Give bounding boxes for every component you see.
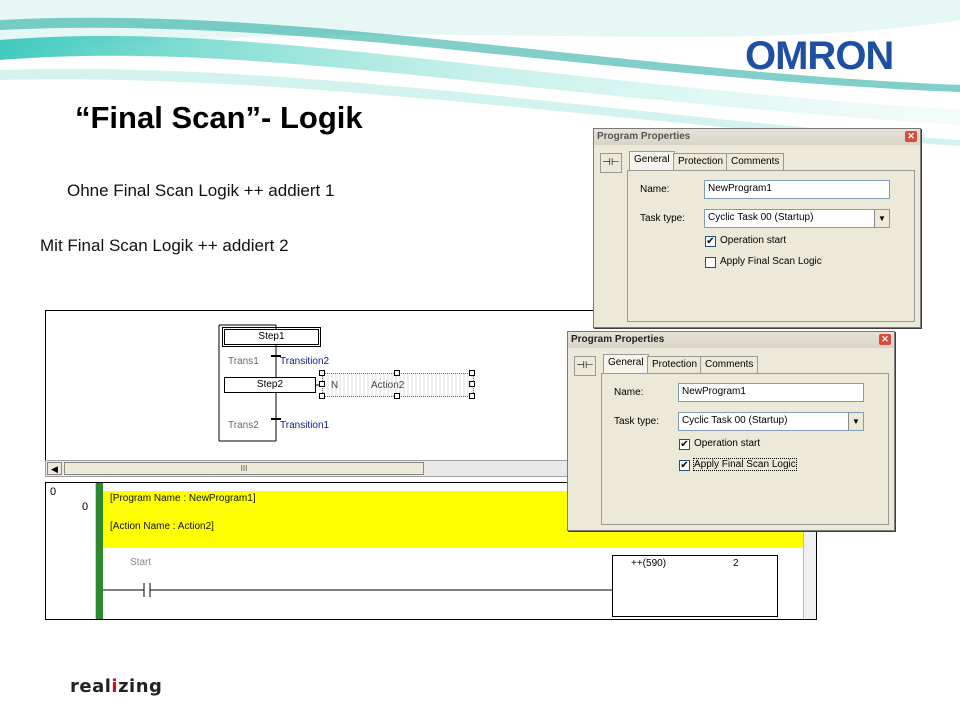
realizing-logo: realizing: [70, 676, 162, 697]
task-type-value: Cyclic Task 00 (Startup): [682, 415, 788, 426]
selection-handle[interactable]: [469, 381, 475, 387]
selection-handle[interactable]: [319, 393, 325, 399]
footer-brand-post: zing: [118, 676, 163, 697]
dialog-title: Program Properties: [597, 131, 691, 142]
pin-icon[interactable]: ⊣⊢: [600, 153, 622, 173]
dialog-title-bar: Program Properties ✕: [568, 332, 894, 348]
task-type-select[interactable]: Cyclic Task 00 (Startup) ▼: [678, 412, 864, 431]
general-panel: Name: NewProgram1 Task type: Cyclic Task…: [627, 170, 915, 322]
action-qualifier: N: [331, 380, 339, 391]
operation-start-checkbox[interactable]: ✔: [679, 439, 690, 450]
name-field[interactable]: NewProgram1: [704, 180, 890, 199]
name-field[interactable]: NewProgram1: [678, 383, 864, 402]
instruction-mnemonic: ++(590): [631, 558, 667, 569]
name-label: Name:: [640, 184, 670, 195]
text-without-final-scan: Ohne Final Scan Logik ++ addiert 1: [67, 181, 335, 200]
action2-label: Action2: [371, 380, 405, 391]
selection-handle[interactable]: [394, 393, 400, 399]
operation-start-checkbox[interactable]: ✔: [705, 236, 716, 247]
dialog-title: Program Properties: [571, 334, 665, 345]
increment-instruction-box[interactable]: ++(590) 2: [612, 555, 778, 617]
trans2-label: Trans2: [228, 420, 259, 431]
tab-protection[interactable]: Protection: [673, 153, 729, 170]
selection-handle[interactable]: [319, 370, 325, 376]
slide-title: “Final Scan”- Logik: [75, 100, 363, 135]
task-type-label: Task type:: [614, 416, 660, 427]
selection-handle[interactable]: [394, 370, 400, 376]
final-scan-checkbox[interactable]: [705, 257, 716, 268]
text-with-final-scan: Mit Final Scan Logik ++ addiert 2: [40, 236, 289, 255]
footer-brand-pre: real: [70, 676, 112, 697]
chevron-down-icon[interactable]: ▼: [848, 413, 863, 430]
selection-handle[interactable]: [469, 370, 475, 376]
tab-comments[interactable]: Comments: [726, 153, 785, 170]
operation-start-label: Operation start: [694, 438, 761, 449]
name-label: Name:: [614, 387, 644, 398]
final-scan-checkbox[interactable]: ✔: [679, 460, 690, 471]
operation-start-label: Operation start: [720, 235, 787, 246]
final-scan-label: Apply Final Scan Logic: [693, 458, 797, 471]
transition2-label[interactable]: Transition2: [280, 356, 329, 367]
tab-comments[interactable]: Comments: [700, 356, 759, 373]
tab-general[interactable]: General: [629, 151, 675, 170]
close-icon[interactable]: ✕: [879, 334, 891, 345]
instruction-operand: 2: [733, 558, 739, 569]
step2-box[interactable]: Step2: [224, 377, 316, 393]
transition1-label[interactable]: Transition1: [280, 420, 329, 431]
task-type-label: Task type:: [640, 213, 686, 224]
omron-logo: OMRON: [745, 34, 894, 78]
program-properties-dialog-2: Program Properties ✕ ⊣⊢ General Protecti…: [567, 331, 895, 531]
selection-handle[interactable]: [469, 393, 475, 399]
close-icon[interactable]: ✕: [905, 131, 917, 142]
general-panel: Name: NewProgram1 Task type: Cyclic Task…: [601, 373, 889, 525]
chevron-down-icon[interactable]: ▼: [874, 210, 889, 227]
step1-box[interactable]: Step1: [222, 327, 321, 347]
trans1-label: Trans1: [228, 356, 259, 367]
dialog-title-bar: Program Properties ✕: [594, 129, 920, 145]
scroll-left-icon[interactable]: ◀: [47, 462, 62, 475]
tab-protection[interactable]: Protection: [647, 356, 703, 373]
tab-general[interactable]: General: [603, 354, 649, 373]
pin-icon[interactable]: ⊣⊢: [574, 356, 596, 376]
task-type-value: Cyclic Task 00 (Startup): [708, 212, 814, 223]
program-properties-dialog-1: Program Properties ✕ ⊣⊢ General Protecti…: [593, 128, 921, 328]
selection-handle[interactable]: [319, 381, 325, 387]
scroll-thumb[interactable]: III: [64, 462, 424, 475]
task-type-select[interactable]: Cyclic Task 00 (Startup) ▼: [704, 209, 890, 228]
final-scan-label: Apply Final Scan Logic: [720, 256, 822, 267]
